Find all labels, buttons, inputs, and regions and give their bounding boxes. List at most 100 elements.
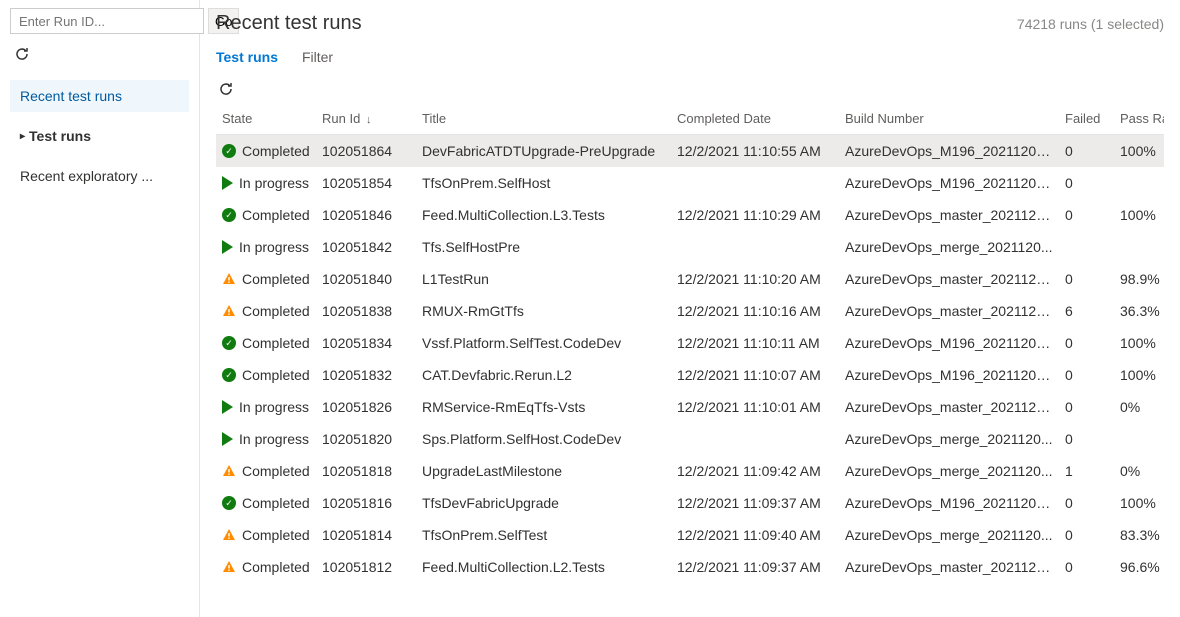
- cell-pass: [1114, 231, 1164, 263]
- runid-search-input[interactable]: [10, 8, 204, 34]
- main-content: Recent test runs 74218 runs (1 selected)…: [200, 0, 1180, 617]
- cell-build: AzureDevOps_M196_20211202.6: [839, 167, 1059, 199]
- cell-title: L1TestRun: [416, 263, 671, 295]
- table-row[interactable]: ✓Completed102051816TfsDevFabricUpgrade12…: [216, 487, 1164, 519]
- cell-title: Sps.Platform.SelfHost.CodeDev: [416, 423, 671, 455]
- cell-build: AzureDevOps_master_2021120...: [839, 391, 1059, 423]
- cell-runid: 102051864: [316, 135, 416, 168]
- cell-date: 12/2/2021 11:10:11 AM: [671, 327, 839, 359]
- state-text: Completed: [242, 207, 310, 223]
- cell-title: TfsOnPrem.SelfHost: [416, 167, 671, 199]
- cell-runid: 102051812: [316, 551, 416, 583]
- col-header-state[interactable]: State: [216, 103, 316, 135]
- table-row[interactable]: In progress 102051854TfsOnPrem.SelfHost Az…: [216, 167, 1164, 199]
- cell-pass: 100%: [1114, 327, 1164, 359]
- table-row[interactable]: In progress102051842Tfs.SelfHostPreAzure…: [216, 231, 1164, 263]
- tab-test-runs[interactable]: Test runs: [216, 49, 278, 67]
- cell-state: ✓Completed: [216, 199, 316, 231]
- nav-test-runs[interactable]: ▸ Test runs: [10, 120, 189, 152]
- cell-runid: 102051826: [316, 391, 416, 423]
- runs-table: State Run Id ↓ Title Completed Date Buil…: [216, 103, 1164, 583]
- col-header-failed[interactable]: Failed: [1059, 103, 1114, 135]
- cell-title: Feed.MultiCollection.L3.Tests: [416, 199, 671, 231]
- cell-runid: 102051818: [316, 455, 416, 487]
- table-row[interactable]: ✓Completed102051864DevFabricATDTUpgrade-…: [216, 135, 1164, 168]
- table-row[interactable]: Completed102051812Feed.MultiCollection.L…: [216, 551, 1164, 583]
- cell-pass: 100%: [1114, 487, 1164, 519]
- col-header-pass[interactable]: Pass Rate: [1114, 103, 1164, 135]
- check-circle-icon: ✓: [222, 144, 236, 158]
- play-icon: [222, 176, 233, 190]
- warning-icon: [222, 304, 236, 318]
- cell-failed: 0: [1059, 327, 1114, 359]
- cell-date: 12/2/2021 11:10:55 AM: [671, 135, 839, 168]
- table-row[interactable]: Completed102051840L1TestRun12/2/2021 11:…: [216, 263, 1164, 295]
- page-title: Recent test runs: [216, 12, 362, 35]
- sidebar: Go Recent test runs ▸ Test runs Recent e…: [0, 0, 200, 617]
- table-row[interactable]: Completed102051814TfsOnPrem.SelfTest12/2…: [216, 519, 1164, 551]
- table-row[interactable]: Completed102051818UpgradeLastMilestone12…: [216, 455, 1164, 487]
- refresh-table-icon[interactable]: [218, 81, 234, 97]
- col-header-date[interactable]: Completed Date: [671, 103, 839, 135]
- cell-state: Completed: [216, 455, 316, 487]
- cell-build: AzureDevOps_M196_20211202.5: [839, 359, 1059, 391]
- cell-date: [671, 167, 839, 199]
- table-row[interactable]: ✓Completed102051834Vssf.Platform.SelfTes…: [216, 327, 1164, 359]
- table-row[interactable]: ✓Completed102051846Feed.MultiCollection.…: [216, 199, 1164, 231]
- cell-failed: 1: [1059, 455, 1114, 487]
- cell-title: UpgradeLastMilestone: [416, 455, 671, 487]
- table-row[interactable]: Completed102051838RMUX-RmGtTfs12/2/2021 …: [216, 295, 1164, 327]
- check-circle-icon: ✓: [222, 496, 236, 510]
- cell-pass: 96.6%: [1114, 551, 1164, 583]
- warning-icon: [222, 464, 236, 478]
- col-header-runid-label: Run Id: [322, 111, 360, 126]
- nav-recent-exploratory[interactable]: Recent exploratory ...: [10, 160, 189, 192]
- cell-build: AzureDevOps_master_2021120...: [839, 263, 1059, 295]
- cell-runid: 102051834: [316, 327, 416, 359]
- state-text: In progress: [239, 239, 309, 255]
- cell-build: AzureDevOps_M196_20211202.5: [839, 135, 1059, 168]
- cell-title: DevFabricATDTUpgrade-PreUpgrade: [416, 135, 671, 168]
- cell-pass: 100%: [1114, 359, 1164, 391]
- col-header-title[interactable]: Title: [416, 103, 671, 135]
- tabs: Test runs Filter: [216, 49, 1164, 67]
- cell-runid: 102051854: [316, 167, 416, 199]
- state-text: In progress: [239, 175, 309, 191]
- state-text: Completed: [242, 495, 310, 511]
- refresh-icon[interactable]: [14, 46, 30, 62]
- col-header-runid[interactable]: Run Id ↓: [316, 103, 416, 135]
- cell-date: 12/2/2021 11:10:29 AM: [671, 199, 839, 231]
- cell-date: [671, 423, 839, 455]
- cell-build: AzureDevOps_merge_2021120...: [839, 423, 1059, 455]
- check-circle-icon: ✓: [222, 368, 236, 382]
- cell-state: In progress: [216, 167, 316, 199]
- state-text: Completed: [242, 559, 310, 575]
- table-row[interactable]: ✓Completed102051832CAT.Devfabric.Rerun.L…: [216, 359, 1164, 391]
- cell-build: AzureDevOps_merge_2021120...: [839, 231, 1059, 263]
- cell-build: AzureDevOps_merge_2021120...: [839, 455, 1059, 487]
- cell-pass: 100%: [1114, 199, 1164, 231]
- cell-state: In progress: [216, 423, 316, 455]
- col-header-build[interactable]: Build Number: [839, 103, 1059, 135]
- cell-pass: 100%: [1114, 135, 1164, 168]
- nav-test-runs-label: Test runs: [29, 128, 91, 144]
- table-row[interactable]: In progress102051820Sps.Platform.SelfHos…: [216, 423, 1164, 455]
- cell-failed: 0: [1059, 391, 1114, 423]
- cell-pass: 83.3%: [1114, 519, 1164, 551]
- cell-failed: 0: [1059, 423, 1114, 455]
- cell-pass: 98.9%: [1114, 263, 1164, 295]
- state-text: Completed: [242, 335, 310, 351]
- tab-filter[interactable]: Filter: [302, 49, 333, 67]
- cell-build: AzureDevOps_master_2021120...: [839, 295, 1059, 327]
- cell-runid: 102051840: [316, 263, 416, 295]
- cell-runid: 102051816: [316, 487, 416, 519]
- cell-state: In progress: [216, 391, 316, 423]
- cell-state: Completed: [216, 263, 316, 295]
- cell-state: In progress: [216, 231, 316, 263]
- cell-date: 12/2/2021 11:10:01 AM: [671, 391, 839, 423]
- cell-pass: 0%: [1114, 455, 1164, 487]
- state-text: In progress: [239, 431, 309, 447]
- table-row[interactable]: In progress102051826RMService-RmEqTfs-Vs…: [216, 391, 1164, 423]
- cell-runid: 102051838: [316, 295, 416, 327]
- nav-recent-test-runs[interactable]: Recent test runs: [10, 80, 189, 112]
